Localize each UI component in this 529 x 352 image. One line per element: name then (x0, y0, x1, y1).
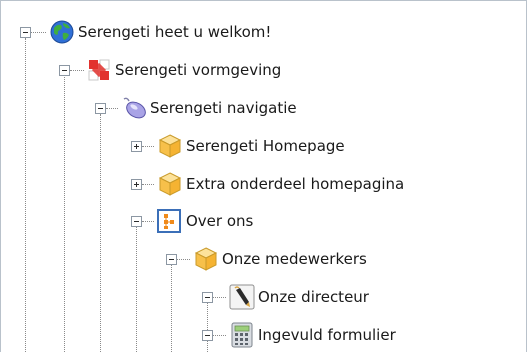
collapse-toggle[interactable] (131, 216, 142, 227)
tree-node-label: Onze medewerkers (222, 250, 367, 268)
tree-node-label: Serengeti Homepage (186, 137, 345, 155)
tree-node-directeur[interactable]: Onze directeur (0, 284, 420, 310)
tree-connector (213, 297, 226, 298)
tree-node-label: Serengeti vormgeving (115, 61, 282, 79)
page-cube-icon (158, 134, 182, 158)
tree-connector (70, 70, 84, 71)
tree-node-label: Serengeti navigatie (150, 99, 297, 117)
sitemap-icon (157, 209, 181, 233)
tree-node-formulier[interactable]: Ingevuld formulier (0, 322, 470, 348)
page-cube-icon (158, 172, 182, 196)
collapse-toggle[interactable] (20, 27, 31, 38)
expand-toggle[interactable] (131, 179, 142, 190)
tree-node-label: Extra onderdeel homepagina (186, 175, 405, 193)
tree-node-extra[interactable]: Extra onderdeel homepagina (0, 171, 470, 197)
tree-connector (142, 184, 154, 185)
tree-node-homepage[interactable]: Serengeti Homepage (0, 133, 400, 159)
tree-node-label: Ingevuld formulier (258, 326, 396, 344)
tree-node-label: Onze directeur (258, 288, 369, 306)
tree-connector (142, 146, 154, 147)
tree-node-welcome[interactable]: Serengeti heet u welkom! (0, 19, 330, 45)
pen-icon (229, 284, 255, 310)
page-cube-icon (194, 247, 218, 271)
tree-node-label: Serengeti heet u welkom! (78, 23, 272, 41)
tree-connector (177, 259, 190, 260)
collapse-toggle[interactable] (202, 292, 213, 303)
design-icon (88, 59, 110, 81)
mouse-icon (123, 97, 146, 119)
calculator-icon (231, 322, 253, 348)
tree-node-over-ons[interactable]: Over ons (0, 208, 300, 234)
tree-connector (142, 221, 154, 222)
collapse-toggle[interactable] (95, 103, 106, 114)
collapse-toggle[interactable] (202, 330, 213, 341)
tree-connector (106, 108, 118, 109)
tree-connector (213, 335, 226, 336)
navigation-tree: Serengeti heet u welkom! Serengeti vormg… (0, 0, 529, 352)
tree-node-vormgeving[interactable]: Serengeti vormgeving (0, 57, 330, 83)
tree-node-navigatie[interactable]: Serengeti navigatie (0, 95, 360, 121)
globe-icon (50, 20, 74, 44)
collapse-toggle[interactable] (166, 254, 177, 265)
collapse-toggle[interactable] (59, 65, 70, 76)
tree-node-medewerkers[interactable]: Onze medewerkers (0, 246, 420, 272)
tree-node-label: Over ons (186, 212, 254, 230)
expand-toggle[interactable] (131, 141, 142, 152)
tree-connector (31, 32, 46, 33)
